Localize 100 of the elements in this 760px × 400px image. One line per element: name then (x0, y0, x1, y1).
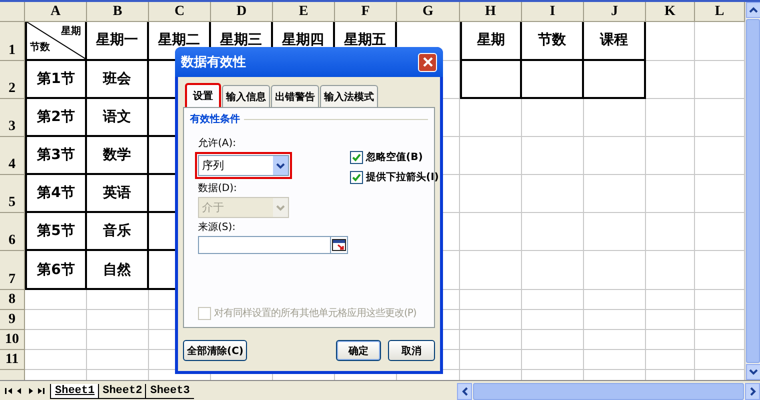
row-header[interactable]: 1 (0, 22, 25, 61)
sheet-tab[interactable]: Sheet1 (50, 384, 99, 398)
cell-text: 节数 (30, 40, 50, 54)
scroll-left-button[interactable] (457, 382, 472, 400)
column-header[interactable]: F (335, 2, 397, 22)
tab[interactable]: 输入信息 (222, 85, 270, 107)
table-cell[interactable]: 语文 (87, 99, 149, 137)
cell-text: 第3节 (37, 146, 75, 164)
row-header[interactable]: 7 (0, 251, 25, 290)
scroll-down-button[interactable] (746, 364, 760, 380)
checkbox-label: 提供下拉箭头(I) (366, 170, 439, 184)
table-cell[interactable]: 星期 (460, 22, 522, 61)
column-header[interactable]: B (87, 2, 149, 22)
cell-text: 星期四 (282, 31, 324, 49)
check-icon (352, 152, 361, 162)
scroll-up-button[interactable] (746, 2, 760, 18)
tab[interactable]: 设置 (185, 83, 221, 107)
field-label: 数据(D): (198, 182, 238, 195)
table-cell[interactable] (522, 61, 584, 99)
checkbox[interactable] (350, 150, 363, 164)
table-cell[interactable]: 星期 节数 (25, 22, 87, 61)
cell-text: 课程 (600, 31, 628, 49)
table-cell[interactable]: 自然 (87, 251, 149, 290)
range-select-button[interactable] (330, 237, 347, 253)
table-cell[interactable]: 音乐 (87, 213, 149, 251)
field-label: 允许(A): (198, 136, 238, 150)
close-icon (422, 56, 434, 68)
table-cell[interactable]: 第5节 (25, 213, 87, 251)
table-cell[interactable] (460, 61, 522, 99)
close-button[interactable] (418, 52, 437, 72)
table-cell[interactable]: 班会 (87, 61, 149, 99)
table-cell[interactable]: 第6节 (25, 251, 87, 290)
row-header[interactable]: 9 (0, 310, 25, 330)
tab[interactable]: 出错警告 (271, 85, 319, 107)
row-header[interactable]: 2 (0, 61, 25, 99)
allow-dropdown[interactable]: 序列 (198, 155, 289, 176)
row-header[interactable]: 6 (0, 213, 25, 251)
table-cell[interactable]: 星期一 (87, 22, 149, 61)
row-header[interactable]: 3 (0, 99, 25, 137)
column-header[interactable]: G (397, 2, 460, 22)
row-header[interactable]: 10 (0, 330, 25, 350)
cell-text: 第5节 (37, 222, 75, 240)
cell-text: 第6节 (37, 260, 75, 278)
column-header[interactable]: C (149, 2, 211, 22)
tab[interactable]: 输入法模式 (320, 85, 378, 107)
cell-text: 班会 (103, 70, 131, 88)
select-all-button[interactable] (0, 2, 25, 22)
column-header[interactable]: H (460, 2, 522, 22)
cancel-button[interactable]: 取消 (388, 340, 435, 361)
cell-text: 星期二 (158, 31, 200, 49)
table-cell[interactable]: 第4节 (25, 175, 87, 213)
cell-text: 数学 (103, 146, 131, 164)
row-header[interactable]: 5 (0, 175, 25, 213)
row-header[interactable]: 11 (0, 350, 25, 370)
table-cell[interactable]: 节数 (522, 22, 584, 61)
cell-text: 星期 (477, 31, 505, 49)
column-header[interactable]: K (646, 2, 695, 22)
table-cell[interactable]: 课程 (584, 22, 646, 61)
column-header[interactable]: J (584, 2, 646, 22)
row-header[interactable]: 4 (0, 137, 25, 175)
sheet-tab[interactable]: Sheet2 (98, 384, 146, 398)
column-header[interactable]: I (522, 2, 584, 22)
vertical-scrollbar[interactable] (745, 2, 760, 380)
ok-button[interactable]: 确定 (336, 340, 381, 361)
cell-text: 英语 (103, 184, 131, 202)
table-cell[interactable]: 第2节 (25, 99, 87, 137)
column-header[interactable]: D (211, 2, 273, 22)
scroll-right-button[interactable] (745, 382, 760, 400)
table-cell[interactable]: 第1节 (25, 61, 87, 99)
cell-text: 星期 (61, 24, 81, 38)
field-label: 来源(S): (198, 220, 237, 234)
cell-text: 第4节 (37, 184, 75, 202)
table-cell[interactable]: 英语 (87, 175, 149, 213)
cell-text: 星期五 (344, 31, 386, 49)
cell-text: 星期一 (96, 31, 138, 49)
cell-text: 语文 (103, 108, 131, 126)
table-cell[interactable] (584, 61, 646, 99)
cell-text: 音乐 (103, 222, 131, 240)
column-header[interactable]: L (695, 2, 745, 22)
group-title: 有效性条件 (190, 112, 240, 126)
table-cell[interactable]: 数学 (87, 137, 149, 175)
range-select-icon (332, 239, 346, 251)
row-header[interactable]: 8 (0, 290, 25, 310)
table-cell[interactable]: 第3节 (25, 137, 87, 175)
column-header[interactable]: A (25, 2, 87, 22)
cell-text: 节数 (538, 31, 566, 49)
sheet-tab[interactable]: Sheet3 (145, 384, 194, 398)
cell-text: 第1节 (37, 70, 75, 88)
cell-text: 自然 (103, 260, 131, 278)
column-header[interactable]: E (273, 2, 335, 22)
cell-text: 星期三 (220, 31, 262, 49)
cell-text: 第2节 (37, 108, 75, 126)
source-field[interactable] (198, 236, 348, 254)
checkbox-label: 忽略空值(B) (366, 150, 423, 164)
sheet-navigation-icon[interactable] (4, 386, 46, 396)
check-icon (352, 172, 361, 182)
checkbox-label: 对有同样设置的所有其他单元格应用这些更改(P) (214, 306, 416, 320)
checkbox[interactable] (350, 170, 363, 184)
clear-all-button[interactable]: 全部清除(C) (183, 340, 248, 361)
scroll-thumb[interactable] (746, 19, 760, 363)
